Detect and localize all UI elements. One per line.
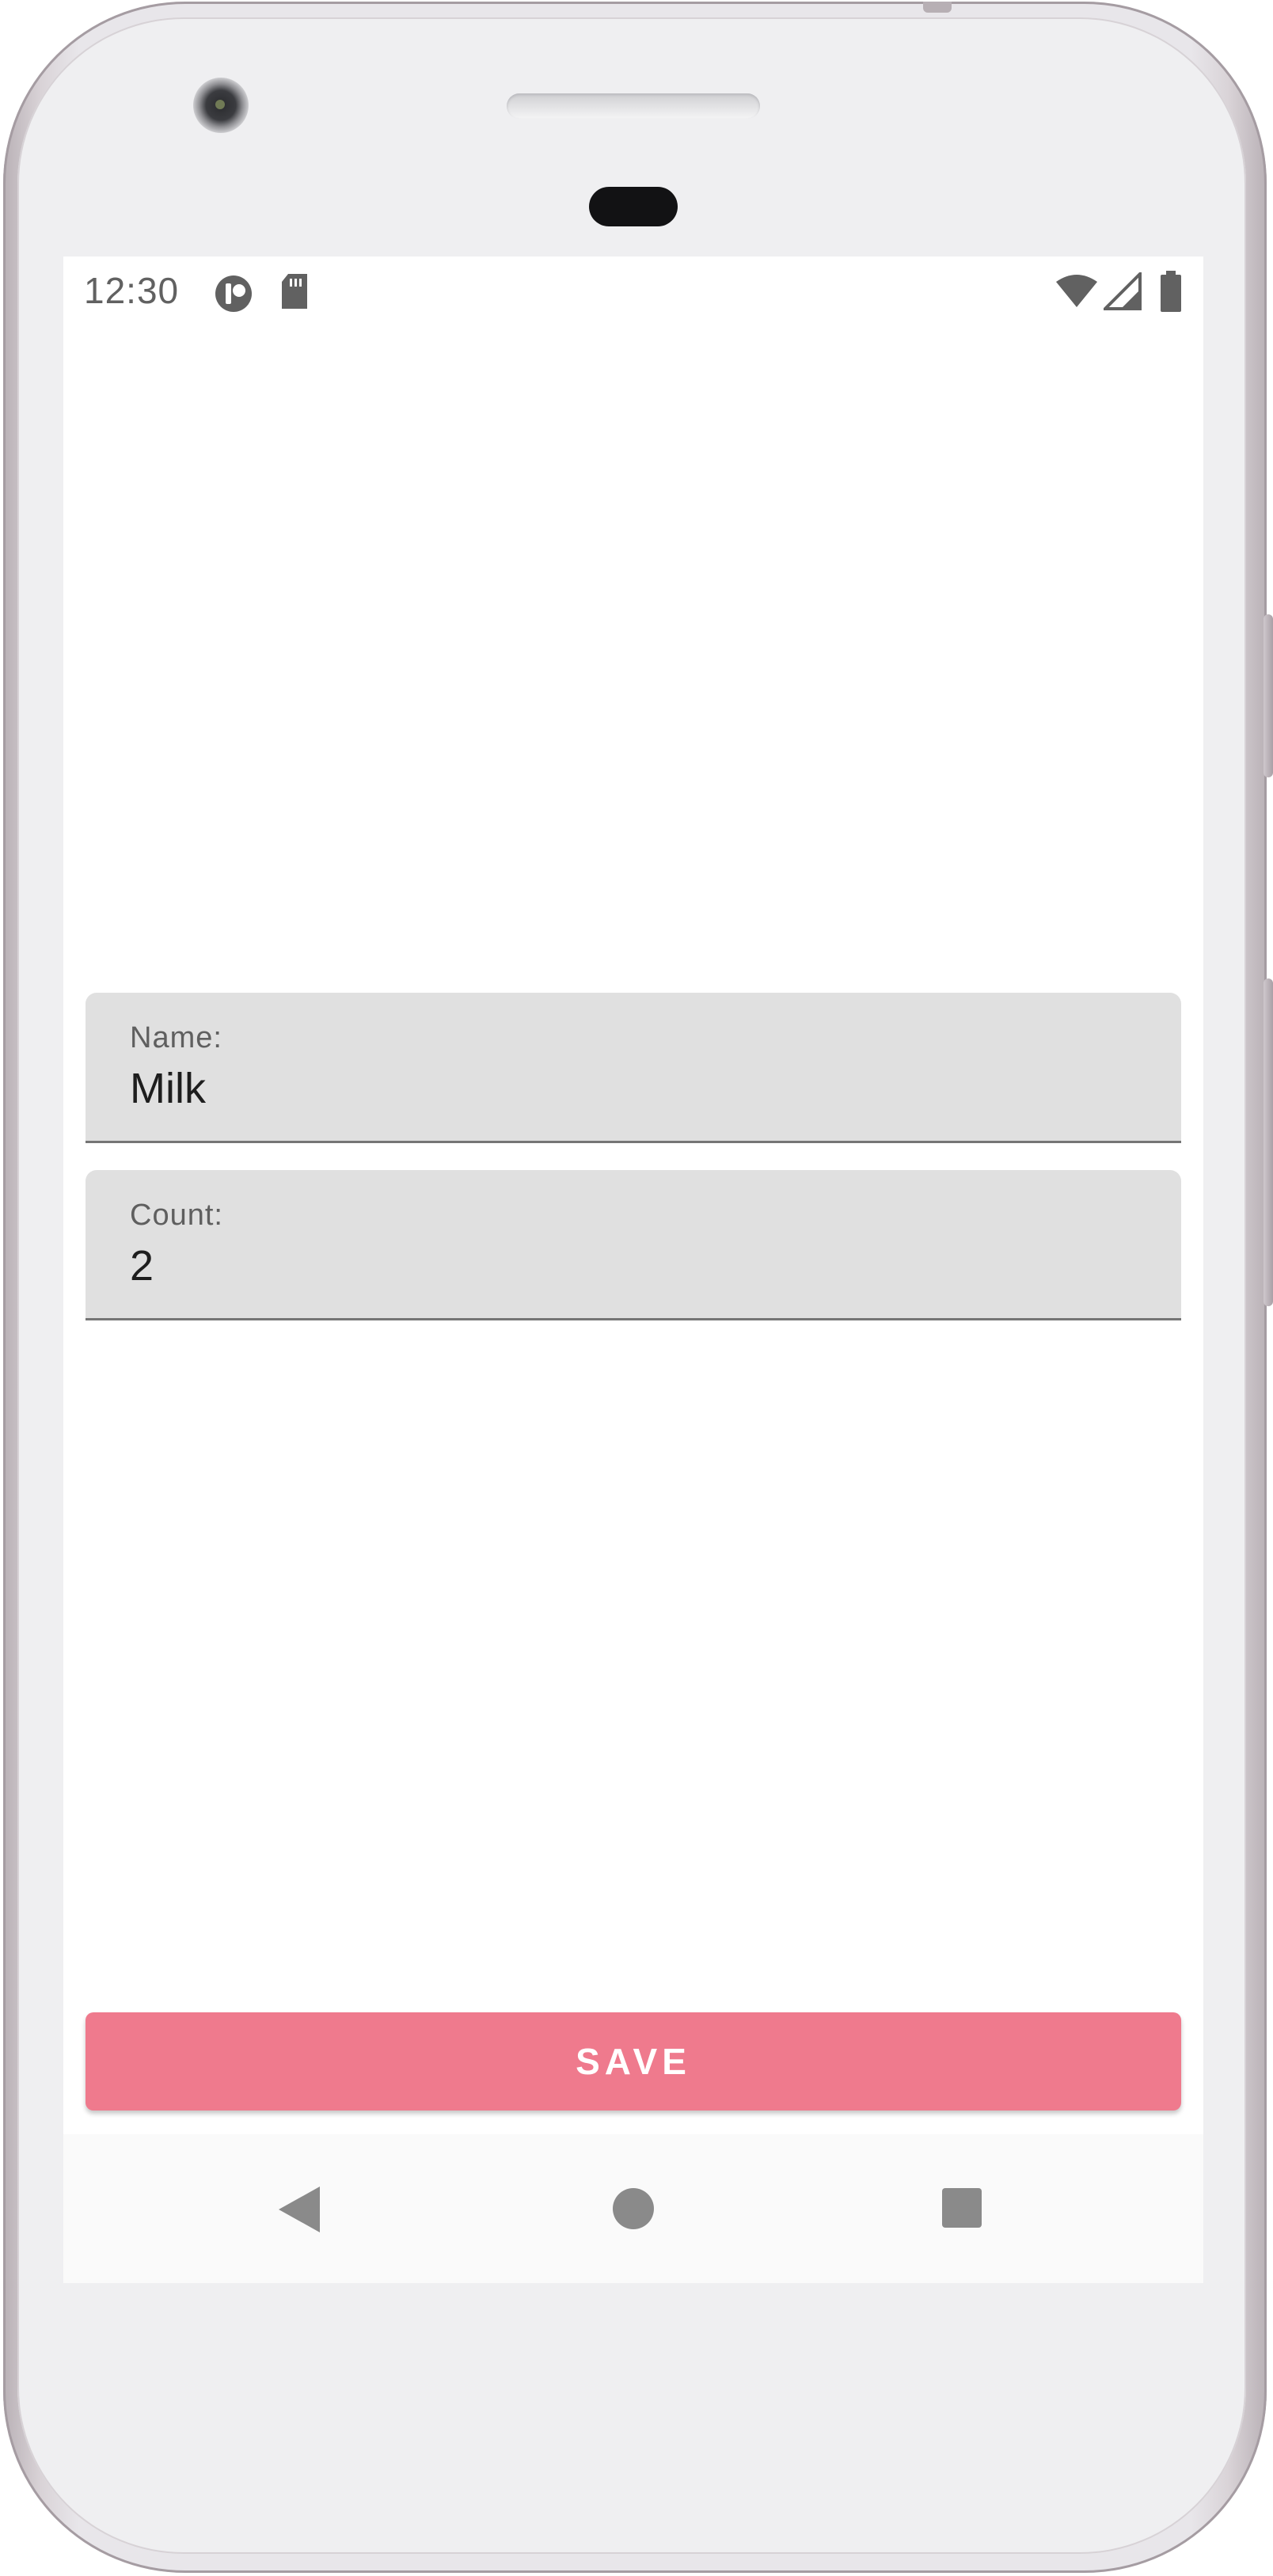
data-saver-icon: [215, 275, 252, 312]
home-icon[interactable]: [611, 2187, 656, 2231]
navigation-bar: [63, 2134, 1203, 2283]
count-field[interactable]: Count: 2: [86, 1170, 1181, 1320]
power-button[interactable]: [1264, 978, 1273, 1306]
earpiece-speaker: [507, 93, 760, 119]
save-button[interactable]: SAVE: [86, 2012, 1181, 2111]
phone-frame: 12:30 Name: Milk Count: 2 SAVE: [0, 0, 1273, 2576]
battery-icon: [1161, 271, 1181, 312]
count-field-label: Count:: [130, 1199, 223, 1232]
front-camera: [193, 78, 249, 133]
count-field-value[interactable]: 2: [130, 1241, 154, 1290]
proximity-sensor: [589, 187, 678, 226]
phone-screen: 12:30 Name: Milk Count: 2 SAVE: [63, 256, 1203, 2283]
back-icon[interactable]: [277, 2185, 321, 2234]
name-field[interactable]: Name: Milk: [86, 993, 1181, 1143]
status-bar: 12:30: [63, 256, 1203, 323]
sd-card-icon: [282, 274, 307, 309]
name-field-label: Name:: [130, 1021, 222, 1054]
status-time: 12:30: [84, 270, 180, 311]
name-field-value[interactable]: Milk: [130, 1064, 206, 1113]
volume-button[interactable]: [1264, 614, 1273, 777]
wifi-icon: [1056, 275, 1097, 307]
cell-signal-icon: [1104, 272, 1142, 310]
recents-icon[interactable]: [940, 2187, 983, 2229]
top-edge-detail: [923, 2, 952, 13]
